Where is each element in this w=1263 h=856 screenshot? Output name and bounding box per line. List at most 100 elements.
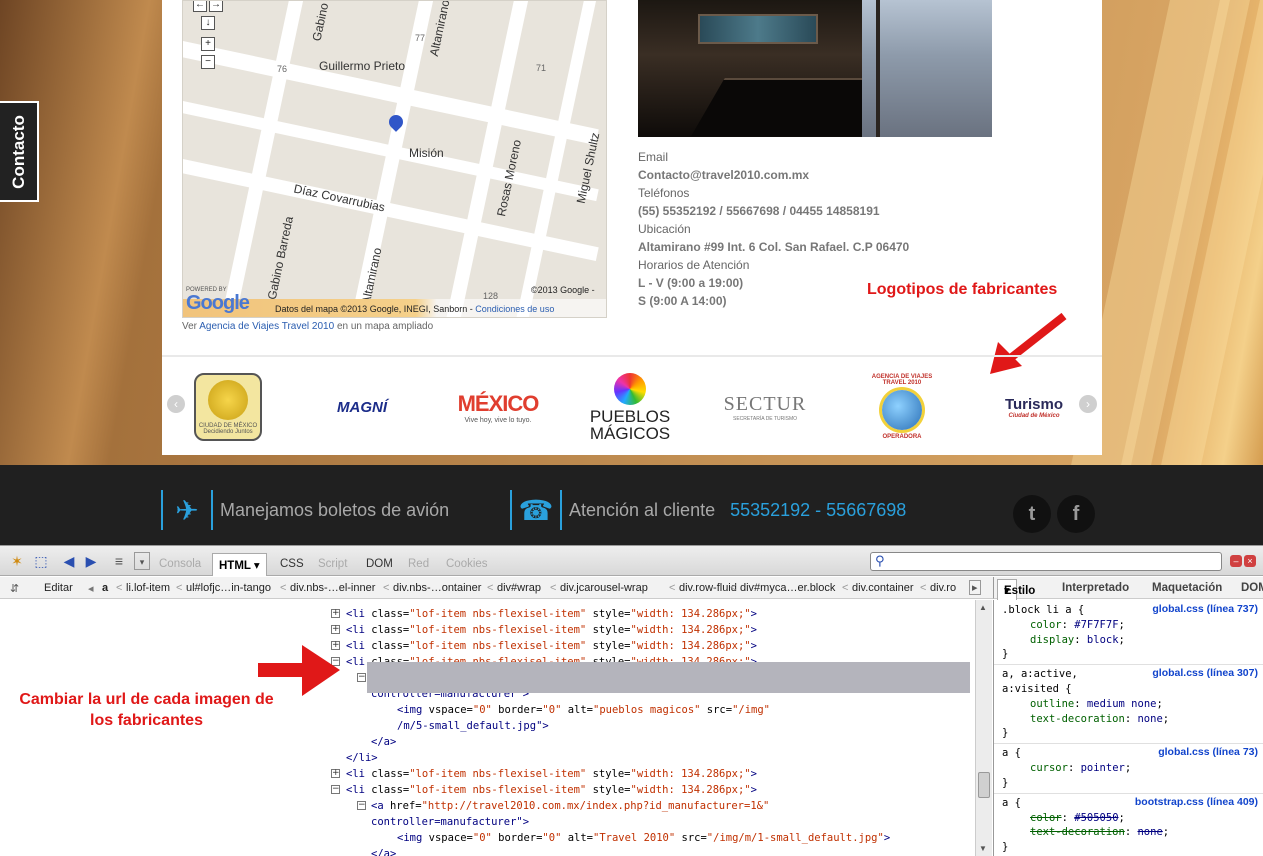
breadcrumb-item[interactable]: div#myca…er.block (740, 582, 835, 594)
map-pan-right-button[interactable]: → (209, 1, 223, 12)
back-arrow-icon[interactable]: ◀ (60, 552, 78, 570)
breadcrumb-item[interactable]: div#wrap (497, 582, 541, 594)
html-tree-line[interactable]: <li class="lof-item nbs-flexisel-item" s… (346, 606, 757, 622)
scroll-down-icon[interactable]: ▼ (979, 844, 987, 853)
html-tree-line[interactable]: /m/5-small_default.jpg"> (397, 718, 549, 734)
html-tree-line[interactable]: <li class="lof-item nbs-flexisel-item" s… (346, 638, 757, 654)
html-tree-line[interactable]: controller=manufacturer"> (371, 814, 529, 830)
breadcrumb-item[interactable]: div.nbs-…ontainer (393, 582, 481, 594)
tab-script[interactable]: Script (318, 558, 347, 570)
logo-travel-2010[interactable]: AGENCIA DE VIAJES TRAVEL 2010 OPERADORA (862, 367, 942, 447)
html-tree-line[interactable]: <li class="lof-item nbs-flexisel-item" s… (346, 622, 757, 638)
menu-list-icon[interactable]: ≡ (110, 552, 128, 570)
logo-sectur[interactable]: SECTUR SECRETARÍA DE TURISMO (722, 367, 808, 447)
facebook-icon[interactable]: f (1057, 495, 1095, 533)
breadcrumb-item[interactable]: ul#lofjc…in-tango (186, 582, 271, 594)
map-larger-link[interactable]: Agencia de Viajes Travel 2010 (199, 321, 334, 332)
html-tree-line[interactable]: </a> (371, 734, 396, 750)
map-terms-link[interactable]: Condiciones de uso (475, 304, 554, 314)
map-pan-down-button[interactable]: ↓ (201, 16, 215, 30)
css-source-link[interactable]: bootstrap.css (línea 409) (1135, 796, 1258, 808)
css-property: outline (1030, 698, 1075, 710)
tab-interpretado[interactable]: Interpretado (1062, 582, 1129, 594)
collapse-icon[interactable]: − (357, 801, 366, 810)
tab-dom-side[interactable]: DOM (1241, 582, 1263, 594)
carousel-next-button[interactable]: › (1079, 395, 1097, 413)
twitter-icon[interactable]: t (1013, 495, 1051, 533)
map-pin-icon[interactable] (389, 115, 403, 135)
edit-icon[interactable]: ⇵ (10, 582, 19, 595)
breadcrumb-item[interactable]: a (102, 582, 108, 594)
css-selector[interactable]: a { (1002, 796, 1021, 811)
map-copyright: ©2013 Google - (531, 285, 595, 295)
css-declaration[interactable]: display: block; (1030, 633, 1125, 648)
collapse-icon[interactable]: − (357, 673, 366, 682)
tab-estilo[interactable]: Estilo ▾ (997, 579, 1035, 600)
css-declaration[interactable]: text-decoration: none; (1030, 825, 1169, 840)
carousel-prev-button[interactable]: ‹ (167, 395, 185, 413)
google-map[interactable]: Guillermo Prieto Misión Díaz Covarrubias… (182, 0, 607, 318)
map-pan-left-button[interactable]: ← (193, 1, 207, 12)
breadcrumb-item[interactable]: div.ro (930, 582, 956, 594)
css-source-link[interactable]: global.css (línea 73) (1158, 746, 1258, 758)
map-zoom-out-button[interactable]: − (201, 55, 215, 69)
breadcrumb-item[interactable]: div.jcarousel-wrap (560, 582, 648, 594)
expand-icon[interactable]: + (331, 769, 340, 778)
tab-cookies[interactable]: Cookies (446, 558, 488, 570)
css-selector[interactable]: .block li a { (1002, 603, 1084, 618)
street-number: 77 (415, 33, 426, 43)
firebug-search-input[interactable]: ⚲ (870, 552, 1222, 571)
css-selector[interactable]: a, a:active, (1002, 667, 1078, 682)
tab-html[interactable]: HTML ▾ (212, 553, 267, 576)
css-declaration[interactable]: text-decoration: none; (1030, 712, 1169, 727)
breadcrumb-item[interactable]: div.row-fluid (679, 582, 737, 594)
css-source-link[interactable]: global.css (línea 307) (1152, 667, 1258, 679)
html-tree-line[interactable]: </li> (346, 750, 378, 766)
scrollbar-thumb[interactable] (978, 772, 990, 798)
tab-dom[interactable]: DOM (366, 558, 393, 570)
html-tree-line[interactable]: <li class="lof-item nbs-flexisel-item" s… (346, 766, 757, 782)
tab-consola[interactable]: Consola (159, 558, 201, 570)
inspect-icon[interactable]: ⬚ (32, 552, 50, 570)
logo-pueblos-magicos[interactable]: PUEBLOS MÁGICOS (587, 367, 673, 447)
google-logo[interactable]: Google (186, 292, 250, 315)
breadcrumb-item[interactable]: div.nbs-…el-inner (290, 582, 375, 594)
scroll-up-icon[interactable]: ▲ (979, 603, 987, 612)
html-tree-line[interactable]: <li class="lof-item nbs-flexisel-item" s… (346, 782, 757, 798)
firebug-logo-icon[interactable]: ✶ (8, 552, 26, 570)
map-larger-link-row: Ver Agencia de Viajes Travel 2010 en un … (182, 321, 433, 332)
forward-arrow-icon[interactable]: ▶ (82, 552, 100, 570)
css-declaration[interactable]: color: #505050; (1030, 811, 1125, 826)
close-icon[interactable]: × (1244, 555, 1256, 567)
tab-red[interactable]: Red (408, 558, 429, 570)
breadcrumb-item[interactable]: div.container (852, 582, 914, 594)
contact-tab[interactable]: Contacto (0, 101, 39, 202)
expand-icon[interactable]: + (331, 609, 340, 618)
css-source-link[interactable]: global.css (línea 737) (1152, 603, 1258, 615)
scroll-right-icon[interactable]: ▸ (969, 580, 981, 595)
logo-ciudad-de-mexico[interactable]: CIUDAD DE MÉXICO Decidiendo Juntos (194, 373, 262, 441)
expand-icon[interactable]: + (331, 625, 340, 634)
css-declaration[interactable]: cursor: pointer; (1030, 761, 1131, 776)
css-selector[interactable]: a { (1002, 746, 1021, 761)
logo-turismo[interactable]: Turismo Ciudad de México (994, 367, 1074, 447)
tab-css[interactable]: CSS (280, 558, 304, 570)
css-declaration[interactable]: outline: medium none; (1030, 697, 1163, 712)
scroll-left-icon[interactable]: ◂ (88, 582, 94, 595)
html-tree-line[interactable]: <a href="http://travel2010.com.mx/index.… (371, 798, 769, 814)
minimize-icon[interactable]: – (1230, 555, 1242, 567)
breadcrumb-item[interactable]: li.lof-item (126, 582, 170, 594)
html-scrollbar[interactable]: ▲ ▼ (975, 600, 992, 856)
logo-mexico[interactable]: MÉXICO Vive hoy, vive lo tuyo. (452, 367, 544, 447)
css-declaration[interactable]: color: #7F7F7F; (1030, 618, 1125, 633)
css-selector[interactable]: a:visited { (1002, 682, 1072, 697)
logo-magni[interactable]: MAGNÍ (317, 367, 407, 447)
tab-maquetacion[interactable]: Maquetación (1152, 582, 1222, 594)
collapse-icon[interactable]: − (331, 785, 340, 794)
html-tree-line[interactable]: </a> (371, 846, 396, 856)
html-tree-line[interactable]: <img vspace="0" border="0" alt="Travel 2… (397, 830, 890, 846)
html-tree-line[interactable]: <img vspace="0" border="0" alt="pueblos … (397, 702, 770, 718)
map-zoom-in-button[interactable]: + (201, 37, 215, 51)
edit-button[interactable]: Editar (44, 582, 73, 594)
dropdown-icon[interactable]: ▾ (134, 552, 150, 570)
